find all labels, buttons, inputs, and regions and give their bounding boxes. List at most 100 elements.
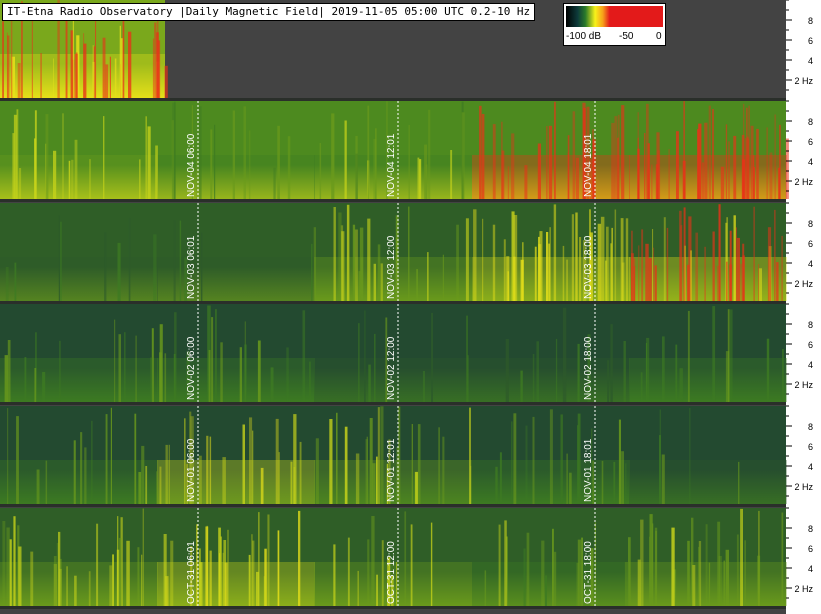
day-separator: [0, 199, 786, 202]
activity-segment: [0, 257, 158, 301]
spectrogram-chart: 8 6 4 2 Hz NOV-04 06:00 NOV-04 12:01 NOV-04 18…: [0, 0, 821, 614]
spectral-streak: [155, 145, 158, 199]
spectral-streak: [206, 435, 209, 504]
time-marker-label: OCT-31 18:00: [583, 541, 594, 604]
spectral-streak: [119, 25, 121, 98]
spectral-streak: [548, 125, 553, 199]
spectral-streak: [410, 524, 413, 606]
spectral-streak: [726, 261, 728, 301]
frequency-tick-label: 4: [808, 564, 813, 574]
spectral-streak: [617, 137, 619, 199]
spectral-streak: [278, 452, 280, 504]
frequency-tick-label: 8: [808, 422, 813, 432]
spectral-streak: [2, 21, 4, 98]
spectral-streak: [648, 258, 652, 301]
spectral-streak: [607, 360, 610, 402]
spectral-streak: [684, 245, 686, 301]
spectral-streak: [687, 264, 690, 301]
spectral-streak: [646, 169, 650, 199]
spectral-streak: [628, 537, 631, 606]
spectral-streak: [122, 19, 125, 99]
spectral-streak: [566, 259, 568, 301]
spectral-streak: [541, 540, 545, 606]
frequency-tick-label: 4: [808, 157, 813, 167]
spectral-streak: [708, 562, 711, 606]
spectral-streak: [641, 229, 644, 301]
spectral-streak: [163, 534, 167, 606]
spectral-streak: [293, 467, 296, 504]
spectral-streak: [661, 454, 665, 504]
spectral-streak: [117, 242, 121, 301]
spectral-streak: [663, 217, 666, 301]
spectral-streak: [209, 550, 212, 606]
spectral-streak: [456, 224, 459, 301]
spectral-streak: [438, 427, 440, 504]
spectral-streak: [346, 204, 350, 301]
time-marker-label: NOV-02 12:00: [386, 336, 397, 400]
spectral-streak: [109, 565, 113, 606]
spectral-streak: [671, 527, 675, 606]
time-marker-label: NOV-04 06:00: [186, 133, 197, 197]
day-separator: [0, 504, 786, 507]
spectral-streak: [633, 258, 636, 301]
activity-segment: [629, 155, 787, 199]
spectral-streak: [520, 370, 523, 402]
spectral-streak: [215, 309, 217, 402]
spectral-streak: [605, 260, 607, 301]
spectral-streak: [785, 138, 789, 199]
spectral-streak: [367, 539, 370, 606]
spectral-streak: [758, 268, 762, 301]
spectral-streak: [153, 234, 157, 301]
frequency-tick-label: 8: [808, 320, 813, 330]
spectral-streak: [357, 570, 359, 606]
spectral-streak: [313, 227, 316, 301]
spectral-streak: [13, 114, 17, 199]
spectral-streak: [560, 414, 563, 504]
spectral-streak: [572, 111, 576, 199]
spectral-streak: [781, 512, 784, 606]
spectral-streak: [6, 527, 10, 606]
spectral-streak: [24, 357, 27, 402]
spectral-streak: [774, 209, 776, 301]
spectral-streak: [733, 135, 737, 199]
frequency-tick-label: 6: [808, 239, 813, 249]
spectral-streak: [649, 536, 650, 606]
spectral-streak: [698, 123, 702, 199]
spectral-streak: [373, 263, 376, 301]
spectral-streak: [200, 232, 203, 301]
time-marker-label: NOV-03 12:00: [386, 235, 397, 299]
spectral-streak: [687, 310, 690, 402]
spectral-streak: [501, 150, 505, 199]
time-marker-label: NOV-01 18:01: [583, 438, 594, 502]
spectral-streak: [4, 355, 8, 402]
spectral-streak: [156, 32, 159, 98]
day-separator: [0, 402, 786, 405]
spectral-streak: [662, 336, 665, 402]
spectral-streak: [105, 414, 108, 504]
spectral-streak: [83, 33, 85, 99]
spectral-streak: [738, 461, 740, 504]
spectral-streak: [623, 341, 626, 402]
spectral-streak: [30, 551, 34, 606]
spectral-streak: [546, 232, 549, 301]
spectral-streak: [141, 554, 143, 606]
spectral-streak: [5, 267, 9, 301]
spectral-streak: [174, 312, 177, 402]
spectral-streak: [179, 220, 182, 301]
spectral-streak: [473, 209, 477, 301]
spectral-streak: [34, 368, 37, 402]
spectral-streak: [36, 469, 40, 504]
spectral-streak: [358, 323, 360, 402]
time-marker-label: NOV-01 12:01: [386, 438, 397, 502]
spectral-streak: [507, 166, 509, 199]
spectral-streak: [137, 547, 140, 606]
spectral-streak: [766, 127, 768, 199]
spectral-streak: [210, 129, 213, 199]
spectral-streak: [377, 244, 381, 301]
spectral-streak: [562, 307, 567, 402]
spectral-streak: [481, 114, 485, 199]
spectral-streak: [545, 575, 547, 606]
spectral-streak: [404, 511, 407, 606]
spectral-streak: [676, 131, 679, 199]
color-scale-min-label: -100 dB: [566, 31, 602, 42]
